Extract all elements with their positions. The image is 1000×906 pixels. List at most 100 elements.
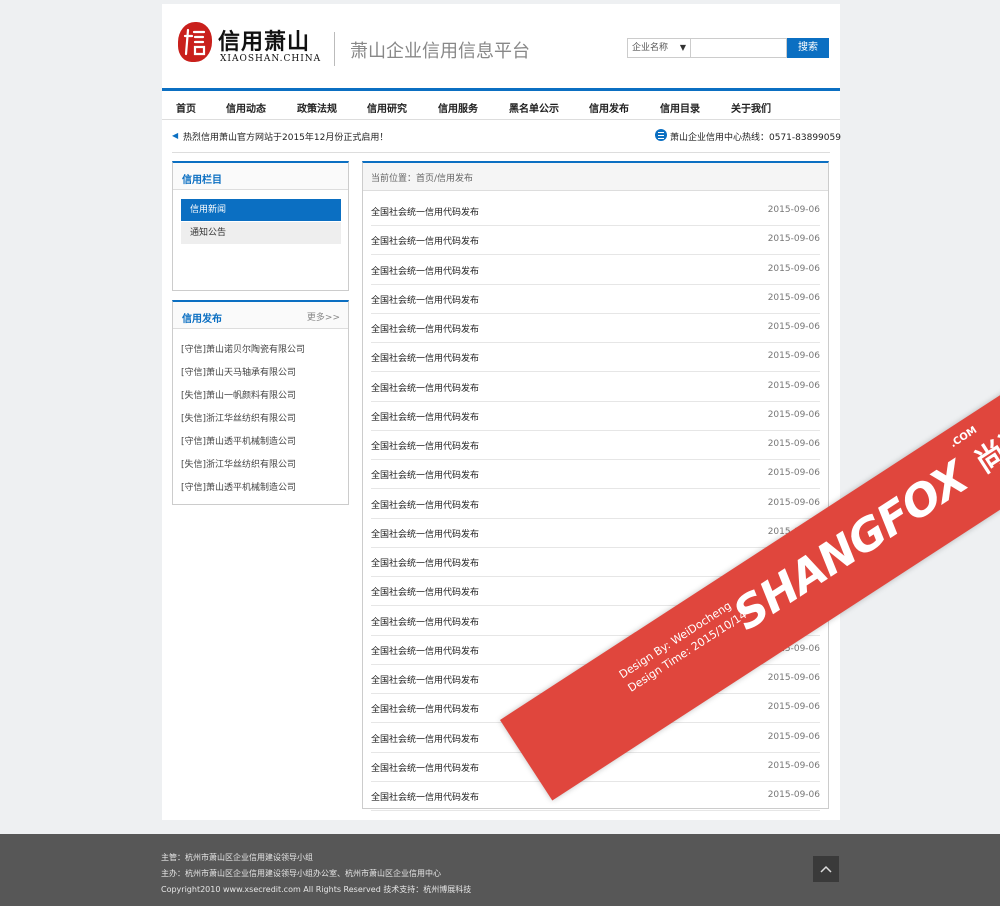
article-list-panel: 当前位置：首页/信用发布 全国社会统一信用代码发布 2015-09-06 全国社会统…	[362, 161, 829, 811]
publish-item[interactable]: [守信]萧山天马轴承有限公司	[181, 365, 296, 378]
main-nav: 首页 信用动态 政策法规 信用研究 信用服务 黑名单公示 信用发布 信用目录 关…	[162, 91, 840, 120]
article-title[interactable]: 全国社会统一信用代码发布	[371, 264, 479, 277]
article-row[interactable]: 全国社会统一信用代码发布 2015-09-06	[371, 518, 820, 548]
back-to-top-button[interactable]	[813, 856, 839, 882]
article-date: 2015-09-06	[767, 702, 820, 713]
article-date: 2015-09-06	[767, 234, 820, 245]
logo-title[interactable]: 信用萧山	[218, 24, 310, 56]
article-title[interactable]: 全国社会统一信用代码发布	[371, 234, 479, 247]
article-row[interactable]: 全国社会统一信用代码发布 2015-09-06	[371, 372, 820, 402]
chevron-down-icon: ▼	[679, 43, 686, 52]
article-date: 2015-09-06	[767, 263, 820, 274]
category-panel-title: 信用栏目	[182, 175, 222, 186]
footer-supervisor: 主管：杭州市萧山区企业信用建设领导小组	[161, 853, 313, 862]
article-title[interactable]: 全国社会统一信用代码发布	[371, 468, 479, 481]
article-title[interactable]: 全国社会统一信用代码发布	[371, 322, 479, 335]
nav-service[interactable]: 信用服务	[438, 100, 478, 115]
article-title[interactable]: 全国社会统一信用代码发布	[371, 527, 479, 540]
article-title[interactable]: 全国社会统一信用代码发布	[371, 732, 479, 745]
article-row[interactable]: 全国社会统一信用代码发布 2015-09-06	[371, 635, 820, 665]
article-row[interactable]: 全国社会统一信用代码发布 2015-09-06	[371, 489, 820, 519]
nav-home[interactable]: 首页	[176, 100, 196, 115]
article-row[interactable]: 全国社会统一信用代码发布 2015-09-06	[371, 196, 820, 226]
publish-item[interactable]: [守信]萧山诺贝尔陶瓷有限公司	[181, 342, 305, 355]
article-title[interactable]: 全国社会统一信用代码发布	[371, 205, 479, 218]
article-title[interactable]: 全国社会统一信用代码发布	[371, 585, 479, 598]
article-date: 2015-09-06	[767, 643, 820, 654]
speaker-icon: ◀	[172, 131, 179, 140]
article-date: 2015-09-06	[767, 760, 820, 771]
article-title[interactable]: 全国社会统一信用代码发布	[371, 498, 479, 511]
article-row[interactable]: 全国社会统一信用代码发布 2015-09-06	[371, 284, 820, 314]
article-title[interactable]: 全国社会统一信用代码发布	[371, 673, 479, 686]
article-date: 2015-09-06	[767, 468, 820, 479]
article-row[interactable]: 全国社会统一信用代码发布 2015-09-06	[371, 723, 820, 753]
list-icon	[655, 129, 667, 141]
nav-policy[interactable]: 政策法规	[297, 100, 337, 115]
article-row[interactable]: 全国社会统一信用代码发布 2015-09-06	[371, 664, 820, 694]
article-row[interactable]: 全国社会统一信用代码发布 2015-09-06	[371, 401, 820, 431]
nav-research[interactable]: 信用研究	[367, 100, 407, 115]
notice-bar: ◀ 热烈信用萧山官方网站于2015年12月份正式启用！ 萧山企业信用中心热线：0…	[172, 120, 841, 153]
article-title[interactable]: 全国社会统一信用代码发布	[371, 644, 479, 657]
category-item-notice[interactable]: 通知公告	[181, 222, 341, 244]
footer-organizer: 主办：杭州市萧山区企业信用建设领导小组办公室、杭州市萧山区企业信用中心	[161, 869, 441, 878]
article-row[interactable]: 全国社会统一信用代码发布 2015-09-06	[371, 752, 820, 782]
article-date: 2015-09-06	[767, 292, 820, 303]
nav-credit-news[interactable]: 信用动态	[226, 100, 266, 115]
article-date: 2015-09-06	[767, 614, 820, 625]
publish-item[interactable]: [失信]浙江华丝纺织有限公司	[181, 457, 296, 470]
article-row[interactable]: 全国社会统一信用代码发布 2015-09-06	[371, 547, 820, 577]
nav-catalog[interactable]: 信用目录	[660, 100, 700, 115]
article-date: 2015-09-06	[767, 351, 820, 362]
seal-logo-icon[interactable]	[178, 22, 212, 62]
article-date: 2015-09-06	[767, 409, 820, 420]
article-title[interactable]: 全国社会统一信用代码发布	[371, 439, 479, 452]
article-title[interactable]: 全国社会统一信用代码发布	[371, 702, 479, 715]
nav-publish[interactable]: 信用发布	[589, 100, 629, 115]
article-row[interactable]: 全国社会统一信用代码发布 2015-09-06	[371, 225, 820, 256]
search-button[interactable]: 搜索	[787, 38, 829, 58]
article-row[interactable]: 全国社会统一信用代码发布 2015-09-06	[371, 606, 820, 636]
nav-about[interactable]: 关于我们	[731, 100, 771, 115]
search-type-select[interactable]: 企业名称 ▼	[627, 38, 691, 58]
publish-item[interactable]: [守信]萧山透平机械制造公司	[181, 480, 296, 493]
breadcrumb-bar: 当前位置：首页/信用发布	[363, 163, 828, 191]
search-input[interactable]	[691, 38, 787, 58]
article-title[interactable]: 全国社会统一信用代码发布	[371, 381, 479, 394]
logo-subtitle: XIAOSHAN.CHINA	[220, 54, 322, 64]
publish-item[interactable]: [守信]萧山透平机械制造公司	[181, 434, 296, 447]
article-row[interactable]: 全国社会统一信用代码发布 2015-09-06	[371, 693, 820, 724]
watermark-brand-cn: 尚狐网络	[969, 385, 1000, 481]
article-title[interactable]: 全国社会统一信用代码发布	[371, 351, 479, 364]
article-row[interactable]: 全国社会统一信用代码发布 2015-09-06	[371, 255, 820, 285]
nav-blacklist[interactable]: 黑名单公示	[509, 100, 559, 115]
category-item-news[interactable]: 信用新闻	[181, 199, 341, 221]
article-row[interactable]: 全国社会统一信用代码发布 2015-09-06	[371, 576, 820, 607]
category-panel: 信用栏目 信用新闻 通知公告	[172, 161, 349, 291]
article-row[interactable]: 全国社会统一信用代码发布 2015-09-06	[371, 781, 820, 811]
article-title[interactable]: 全国社会统一信用代码发布	[371, 761, 479, 774]
article-title[interactable]: 全国社会统一信用代码发布	[371, 790, 479, 803]
publish-panel-title: 信用发布	[182, 314, 222, 325]
article-date: 2015-09-06	[767, 673, 820, 683]
article-title[interactable]: 全国社会统一信用代码发布	[371, 615, 479, 628]
search-type-value: 企业名称	[632, 43, 669, 53]
article-row[interactable]: 全国社会统一信用代码发布 2015-09-06	[371, 459, 820, 490]
article-row[interactable]: 全国社会统一信用代码发布 2015-09-06	[371, 430, 820, 460]
article-date: 2015-09-06	[767, 380, 820, 391]
article-row[interactable]: 全国社会统一信用代码发布 2015-09-06	[371, 313, 820, 343]
article-date: 2015-09-06	[767, 585, 820, 596]
article-row[interactable]: 全国社会统一信用代码发布 2015-09-06	[371, 342, 820, 373]
more-link[interactable]: 更多>>	[307, 310, 340, 323]
article-title[interactable]: 全国社会统一信用代码发布	[371, 410, 479, 423]
publish-item[interactable]: [失信]萧山一帆颜料有限公司	[181, 388, 296, 401]
article-title[interactable]: 全国社会统一信用代码发布	[371, 293, 479, 306]
hotline-text: 萧山企业信用中心热线：0571-83899059	[670, 133, 841, 143]
page-container: 信用萧山 XIAOSHAN.CHINA 萧山企业信用信息平台 企业名称 ▼ 搜索…	[162, 4, 841, 820]
article-date: 2015-09-06	[767, 731, 820, 742]
chevron-up-icon	[820, 865, 832, 873]
notice-text[interactable]: 热烈信用萧山官方网站于2015年12月份正式启用！	[183, 130, 388, 143]
article-title[interactable]: 全国社会统一信用代码发布	[371, 556, 479, 569]
publish-item[interactable]: [失信]浙江华丝纺织有限公司	[181, 411, 296, 424]
